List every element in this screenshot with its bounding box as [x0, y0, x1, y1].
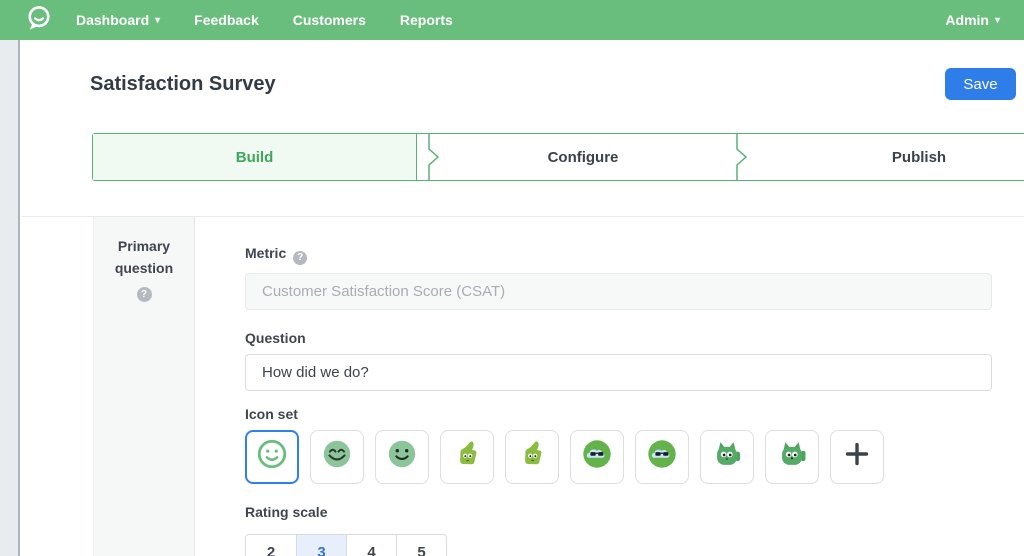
- nav-item-label: Feedback: [194, 12, 259, 28]
- account-label: Admin: [945, 12, 989, 28]
- metric-label: Metric?: [245, 245, 995, 265]
- tab-label: Primary question: [94, 235, 194, 279]
- icon-set-option-cat-thumbs-up[interactable]: [700, 430, 754, 484]
- save-button[interactable]: Save: [945, 68, 1016, 100]
- nav-item-customers[interactable]: Customers: [293, 12, 366, 28]
- rating-scale-label: Rating scale: [245, 504, 995, 520]
- page-title: Satisfaction Survey: [90, 73, 276, 96]
- step-publish[interactable]: Publish: [749, 134, 1024, 180]
- icon-set-option-smiley-filled[interactable]: [375, 430, 429, 484]
- stepper-chevron-icon: [725, 134, 749, 180]
- nav-item-label: Reports: [400, 12, 453, 28]
- icon-set-row: [245, 430, 995, 484]
- account-menu-admin[interactable]: Admin ▾: [945, 12, 1000, 28]
- step-build[interactable]: Build: [93, 134, 417, 180]
- icon-set-option-thumbs-up[interactable]: [440, 430, 494, 484]
- rating-option-5[interactable]: 5: [396, 535, 446, 556]
- nav-item-dashboard[interactable]: Dashboard ▾: [76, 12, 160, 28]
- metric-field: [245, 273, 992, 310]
- stepper-chevron-icon: [417, 134, 441, 180]
- caret-down-icon: ▾: [155, 14, 160, 26]
- help-icon[interactable]: ?: [293, 251, 307, 265]
- cloud-sunglasses-icon: [645, 437, 679, 476]
- left-gutter: [0, 40, 20, 556]
- cat-thumbs-up-icon: [775, 437, 809, 476]
- question-label: Question: [245, 330, 995, 346]
- icon-set-option-smiley-grin[interactable]: [310, 430, 364, 484]
- chat-bubble-smiley-logo-icon: [24, 3, 54, 38]
- brand-logo[interactable]: [24, 3, 54, 38]
- metric-label-text: Metric: [245, 245, 286, 261]
- help-icon[interactable]: ?: [137, 287, 152, 302]
- caret-down-icon: ▾: [995, 14, 1000, 26]
- icon-set-option-cloud-sunglasses-alt[interactable]: [635, 430, 689, 484]
- icon-set-label: Icon set: [245, 406, 995, 422]
- top-navbar: Dashboard ▾ Feedback Customers Reports A…: [0, 0, 1024, 40]
- step-configure[interactable]: Configure: [441, 134, 725, 180]
- smiley-filled-icon: [385, 437, 419, 476]
- rating-option-2[interactable]: 2: [246, 535, 296, 556]
- nav-menu: Dashboard ▾ Feedback Customers Reports: [76, 12, 453, 28]
- icon-set-option-smiley-outline[interactable]: [245, 430, 299, 484]
- page-content: Satisfaction Survey Save Build Configure…: [22, 40, 1024, 556]
- icon-set-option-cloud-sunglasses[interactable]: [570, 430, 624, 484]
- question-field[interactable]: [245, 354, 992, 391]
- page-header: Satisfaction Survey Save: [90, 68, 1016, 100]
- app-window: Dashboard ▾ Feedback Customers Reports A…: [0, 0, 1024, 556]
- add-icon-set-button[interactable]: [830, 430, 884, 484]
- smiley-outline-icon: [255, 437, 289, 476]
- rating-scale-group: 2 3 4 5: [245, 534, 447, 556]
- nav-item-reports[interactable]: Reports: [400, 12, 453, 28]
- question-form: Metric? Question Icon set: [195, 217, 995, 556]
- cloud-sunglasses-icon: [580, 437, 614, 476]
- smiley-grin-icon: [320, 437, 354, 476]
- thumbs-up-icon: [516, 438, 548, 475]
- icon-set-option-thumbs-up-alt[interactable]: [505, 430, 559, 484]
- rating-option-3[interactable]: 3: [296, 535, 346, 556]
- tab-primary-question[interactable]: Primary question ?: [93, 217, 195, 556]
- nav-item-feedback[interactable]: Feedback: [194, 12, 259, 28]
- nav-item-label: Dashboard: [76, 12, 149, 28]
- cat-thumbs-up-icon: [710, 437, 744, 476]
- thumbs-up-icon: [451, 438, 483, 475]
- builder-panel: Primary question ? Metric? Question Icon…: [22, 216, 1024, 556]
- plus-icon: [840, 437, 874, 476]
- nav-item-label: Customers: [293, 12, 366, 28]
- icon-set-option-cat-thumbs-up-alt[interactable]: [765, 430, 819, 484]
- stepper: Build Configure Publish: [92, 133, 1024, 181]
- rating-option-4[interactable]: 4: [346, 535, 396, 556]
